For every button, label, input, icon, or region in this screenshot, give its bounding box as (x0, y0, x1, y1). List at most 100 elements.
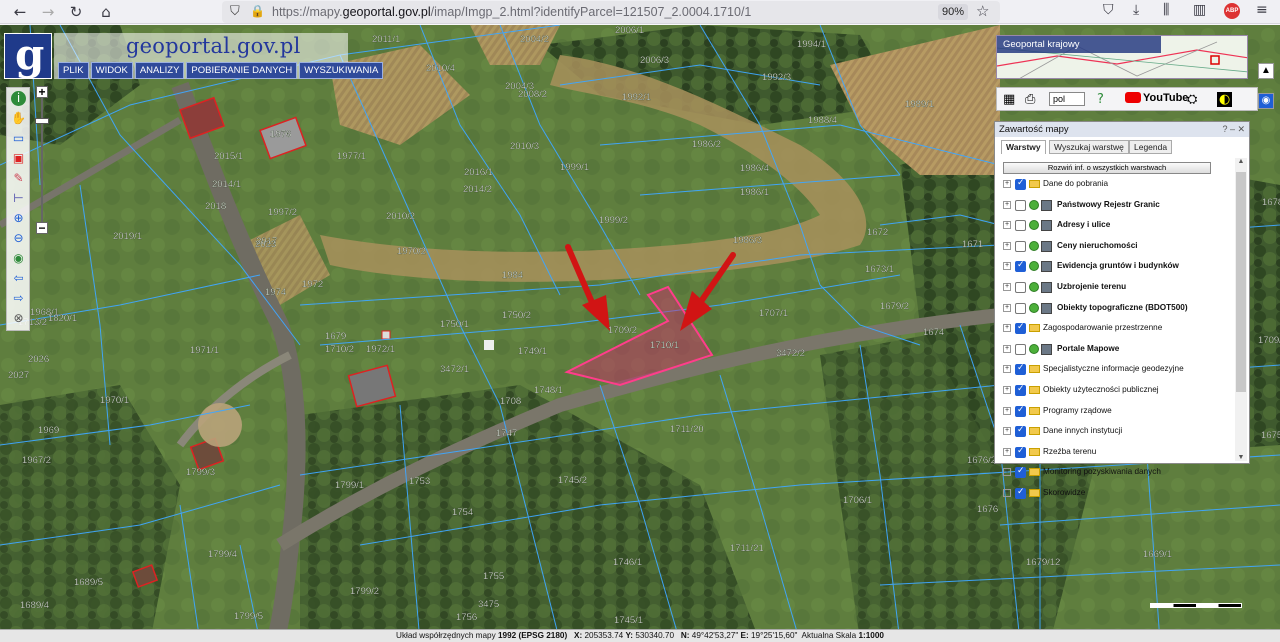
layer-checkbox[interactable] (1015, 446, 1026, 458)
layer-checkbox[interactable] (1015, 240, 1026, 252)
scroll-thumb[interactable] (1236, 172, 1246, 392)
layer-checkbox[interactable] (1015, 220, 1026, 232)
expand-icon[interactable]: + (1003, 427, 1011, 436)
youtube-link[interactable]: YouTube (1125, 92, 1188, 104)
layer-checkbox[interactable] (1015, 363, 1026, 376)
expand-icon[interactable]: + (1003, 468, 1011, 477)
expand-icon[interactable]: + (1003, 365, 1011, 374)
panel-scrollbar[interactable]: ▲ ▼ (1235, 158, 1247, 461)
layer-checkbox[interactable] (1015, 322, 1026, 335)
reload-icon[interactable]: ↻ (66, 2, 86, 22)
layer-row[interactable]: + Dane innych instytucji (1001, 422, 1231, 443)
expand-icon[interactable]: + (1003, 385, 1011, 394)
expand-icon[interactable]: + (1003, 282, 1011, 291)
download-icon[interactable]: ⤓ (1133, 2, 1139, 18)
lock-icon[interactable]: 🔒 (250, 4, 265, 18)
menu-item-3[interactable]: POBIERANIE DANYCH (186, 62, 298, 79)
expand-icon[interactable]: + (1003, 344, 1011, 353)
globe-icon[interactable]: ◉ (11, 251, 26, 266)
layer-row[interactable]: + Obiekty użyteczności publicznej (1001, 381, 1231, 402)
zoom-in-icon[interactable]: ⊕ (11, 211, 26, 226)
layer-row[interactable]: + Ewidencja gruntów i budynków (1001, 257, 1231, 278)
zoom-slider[interactable]: + − (35, 86, 49, 236)
zoom-out-icon[interactable]: ⊖ (11, 231, 26, 246)
home-icon[interactable]: ⌂ (96, 2, 116, 22)
address-bar[interactable]: ⛉ 🔒 https://mapy.geoportal.gov.pl/imap/I… (222, 1, 1000, 23)
library-icon[interactable]: ⫼ (1163, 2, 1169, 18)
expand-icon[interactable]: + (1003, 303, 1011, 312)
expand-icon[interactable]: + (1003, 447, 1011, 456)
bookmark-star-icon[interactable]: ☆ (976, 2, 989, 20)
layer-row[interactable]: + Skorowidze (1001, 484, 1231, 505)
measure-icon[interactable]: ⊢ (11, 191, 26, 206)
identify-icon[interactable]: ▣ (11, 151, 26, 166)
menu-item-2[interactable]: ANALIZY (134, 62, 185, 79)
tab-search-layer[interactable]: Wyszukaj warstwę (1049, 140, 1129, 154)
menu-icon[interactable]: ≡ (1256, 2, 1268, 18)
layer-row[interactable]: + Specjalistyczne informacje geodezyjne (1001, 360, 1231, 381)
expand-icon[interactable]: + (1003, 324, 1011, 333)
layer-row[interactable]: + Zagospodarowanie przestrzenne (1001, 319, 1231, 340)
scroll-up-icon[interactable]: ▲ (1236, 158, 1246, 165)
language-select[interactable]: pol (1049, 92, 1085, 106)
tab-legend[interactable]: Legenda (1129, 140, 1173, 154)
layer-row[interactable]: + Rzeźba terenu (1001, 443, 1231, 464)
layer-row[interactable]: + Ceny nieruchomości (1001, 237, 1231, 258)
settings-icon[interactable]: ⊗ (11, 311, 26, 326)
expand-icon[interactable]: + (1003, 488, 1011, 497)
eye-icon[interactable]: ◉ (1258, 93, 1274, 109)
high-contrast-icon[interactable]: ◐ (1217, 92, 1233, 107)
help-icon[interactable]: ? (1097, 92, 1104, 107)
zoom-plus-button[interactable]: + (36, 86, 48, 98)
layer-checkbox[interactable] (1015, 199, 1026, 211)
select-area-icon[interactable]: ▭ (11, 131, 26, 146)
scroll-down-icon[interactable]: ▼ (1236, 454, 1246, 461)
layer-row[interactable]: + Uzbrojenie terenu (1001, 278, 1231, 299)
zoom-track[interactable] (41, 98, 43, 222)
adblock-icon[interactable]: ABP (1224, 3, 1240, 19)
zoom-knob[interactable] (35, 118, 49, 124)
layer-row[interactable]: + Państwowy Rejestr Granic (1001, 196, 1231, 217)
layer-row[interactable]: + Programy rządowe (1001, 402, 1231, 423)
forward-icon[interactable]: → (38, 2, 58, 22)
sidebar-icon[interactable]: ▥ (1193, 2, 1206, 18)
layer-checkbox[interactable] (1015, 260, 1026, 273)
layer-checkbox[interactable] (1015, 466, 1026, 479)
pan-hand-icon[interactable]: ✋ (11, 111, 26, 126)
layer-row[interactable]: + Monitoring pozyskiwania danych (1001, 463, 1231, 484)
geoportal-logo[interactable]: g (4, 30, 52, 79)
expand-icon[interactable]: + (1003, 262, 1011, 271)
layer-checkbox[interactable] (1015, 281, 1026, 293)
expand-icon[interactable]: + (1003, 180, 1011, 188)
panel-header[interactable]: Zawartość mapy ? – ✕ (995, 122, 1249, 137)
layer-row[interactable]: + Adresy i ulice (1001, 216, 1231, 237)
back-icon[interactable]: ← (10, 2, 30, 22)
pocket-icon[interactable]: ⛉ (1103, 2, 1114, 18)
zoom-minus-button[interactable]: − (36, 222, 48, 234)
url-text[interactable]: https://mapy.geoportal.gov.pl/imap/Imgp_… (272, 5, 751, 19)
menu-item-4[interactable]: WYSZUKIWANIA (299, 62, 384, 79)
next-view-icon[interactable]: ⇨ (11, 291, 26, 306)
layer-checkbox[interactable] (1015, 425, 1026, 438)
panel-window-controls[interactable]: ? – ✕ (1222, 122, 1245, 137)
menu-item-1[interactable]: WIDOK (90, 62, 133, 79)
expand-icon[interactable]: + (1003, 241, 1011, 250)
layer-checkbox[interactable] (1015, 384, 1026, 396)
layer-row[interactable]: + Dane do pobrania (1001, 175, 1231, 196)
expand-icon[interactable]: + (1003, 406, 1011, 415)
wheelchair-icon[interactable]: ⛭ (1187, 92, 1197, 107)
layer-checkbox[interactable] (1015, 405, 1026, 417)
print-icon[interactable]: ⎙ (1025, 92, 1035, 107)
expand-icon[interactable]: + (1003, 200, 1011, 209)
layer-row[interactable]: + Obiekty topograficzne (BDOT500) (1001, 299, 1231, 320)
collapse-overview-icon[interactable]: ▲ (1258, 63, 1274, 79)
layer-checkbox[interactable] (1015, 302, 1026, 314)
expand-icon[interactable]: + (1003, 221, 1011, 230)
layer-checkbox[interactable] (1015, 343, 1026, 355)
zoom-level-badge[interactable]: 90% (938, 4, 968, 20)
expand-all-button[interactable]: Rozwiń inf. o wszystkich warstwach (1003, 162, 1211, 174)
layer-checkbox[interactable] (1015, 487, 1026, 499)
info-icon[interactable]: i (11, 91, 26, 106)
pencil-icon[interactable]: ✎ (11, 171, 26, 186)
tab-layers[interactable]: Warstwy (1001, 140, 1046, 154)
